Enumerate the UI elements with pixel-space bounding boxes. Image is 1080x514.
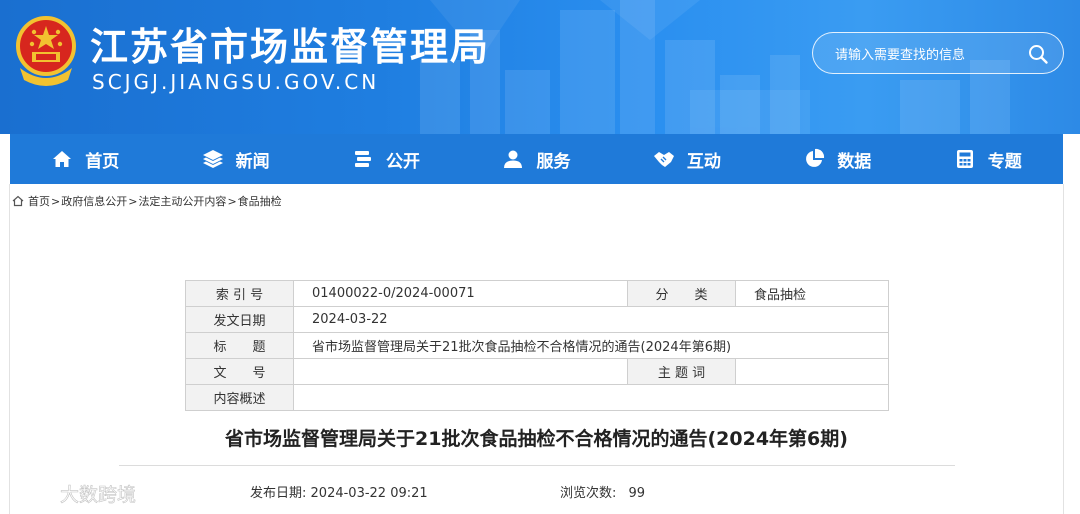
nav-item-label: 服务 [536, 151, 571, 172]
breadcrumb-separator: > [128, 194, 138, 208]
nav-item-label: 互动 [686, 151, 721, 172]
title-divider [119, 465, 955, 466]
svg-text:大数跨境: 大数跨境 [60, 484, 136, 506]
nav-item-home[interactable]: 首页 [10, 134, 160, 184]
table-row: 内容概述 [185, 384, 889, 411]
table-row: 发文日期 2024-03-22 [185, 306, 889, 333]
nav-item-topic[interactable]: 专题 [913, 134, 1063, 184]
nav-item-label: 公开 [386, 151, 421, 172]
document-info-table: 索 引 号 01400022-0/2024-00071 分 类 食品抽检 发文日… [185, 280, 889, 411]
date-label: 发文日期 [185, 306, 294, 333]
summary-label: 内容概述 [185, 384, 294, 411]
stack-icon [355, 151, 372, 167]
calculator-icon [956, 150, 973, 168]
site-title: 江苏省市场监督管理局 [90, 25, 491, 69]
index-value: 01400022-0/2024-00071 [293, 280, 628, 307]
nav-item-news[interactable]: 新闻 [160, 134, 310, 184]
keywords-label: 主 题 词 [627, 358, 736, 385]
breadcrumb-home[interactable]: 首页 [28, 193, 50, 209]
search-box[interactable] [812, 32, 1064, 74]
handshake-icon [653, 152, 674, 167]
doc-no-value [293, 358, 628, 385]
publish-date-value: 2024-03-22 09:21 [310, 486, 428, 501]
article-title: 省市场监督管理局关于21批次食品抽检不合格情况的通告(2024年第6期) [225, 428, 848, 450]
breadcrumb-legal-content[interactable]: 法定主动公开内容 [138, 193, 226, 209]
nav-item-label: 专题 [987, 151, 1022, 172]
watermark-logo-icon: 大数跨境 [12, 484, 136, 506]
keywords-value [735, 358, 889, 385]
nav-item-service[interactable]: 服务 [461, 134, 611, 184]
layers-icon [202, 150, 223, 168]
nav-item-label: 新闻 [235, 151, 270, 172]
content-border-right [1063, 184, 1064, 514]
category-label: 分 类 [627, 280, 736, 307]
summary-value [293, 384, 889, 411]
site-header: 江苏省市场监督管理局 SCJGJ.JIANGSU.GOV.CN [0, 0, 1080, 134]
breadcrumb-separator: > [51, 194, 61, 208]
breadcrumb-separator: > [227, 194, 237, 208]
pie-chart-icon [806, 148, 825, 167]
breadcrumb-food-inspection[interactable]: 食品抽检 [238, 193, 282, 209]
home-icon [53, 151, 72, 167]
publish-date-label: 发布日期: [250, 486, 307, 501]
index-label: 索 引 号 [185, 280, 294, 307]
view-count: 浏览次数: 99 [560, 482, 645, 501]
user-icon [504, 150, 523, 168]
title-label: 标 题 [185, 332, 294, 359]
content-border-left [9, 184, 10, 514]
nav-item-label: 数据 [837, 151, 872, 172]
publish-date: 发布日期: 2024-03-22 09:21 [250, 482, 428, 501]
nav-item-public[interactable]: 公开 [311, 134, 461, 184]
breadcrumb-gov-info[interactable]: 政府信息公开 [61, 193, 127, 209]
category-value: 食品抽检 [735, 280, 889, 307]
breadcrumb: 首页 > 政府信息公开 > 法定主动公开内容 > 食品抽检 [12, 193, 282, 209]
national-emblem-icon [16, 16, 76, 86]
title-value: 省市场监督管理局关于21批次食品抽检不合格情况的通告(2024年第6期) [293, 332, 889, 359]
home-icon [12, 195, 24, 207]
table-row: 标 题 省市场监督管理局关于21批次食品抽检不合格情况的通告(2024年第6期) [185, 332, 889, 359]
search-input[interactable] [833, 43, 1017, 67]
view-count-value: 99 [628, 486, 646, 501]
doc-no-label: 文 号 [185, 358, 294, 385]
site-domain: SCJGJ.JIANGSU.GOV.CN [92, 70, 380, 94]
search-icon[interactable] [1027, 43, 1049, 65]
main-nav: 首页 新闻 公开 服务 互动 数据 专题 [10, 134, 1063, 184]
table-row: 索 引 号 01400022-0/2024-00071 分 类 食品抽检 [185, 280, 889, 307]
table-row: 文 号 主 题 词 [185, 358, 889, 385]
nav-item-data[interactable]: 数据 [762, 134, 912, 184]
view-count-label: 浏览次数: [560, 486, 617, 501]
nav-item-label: 首页 [85, 151, 120, 172]
nav-item-interaction[interactable]: 互动 [612, 134, 762, 184]
date-value: 2024-03-22 [293, 306, 889, 333]
